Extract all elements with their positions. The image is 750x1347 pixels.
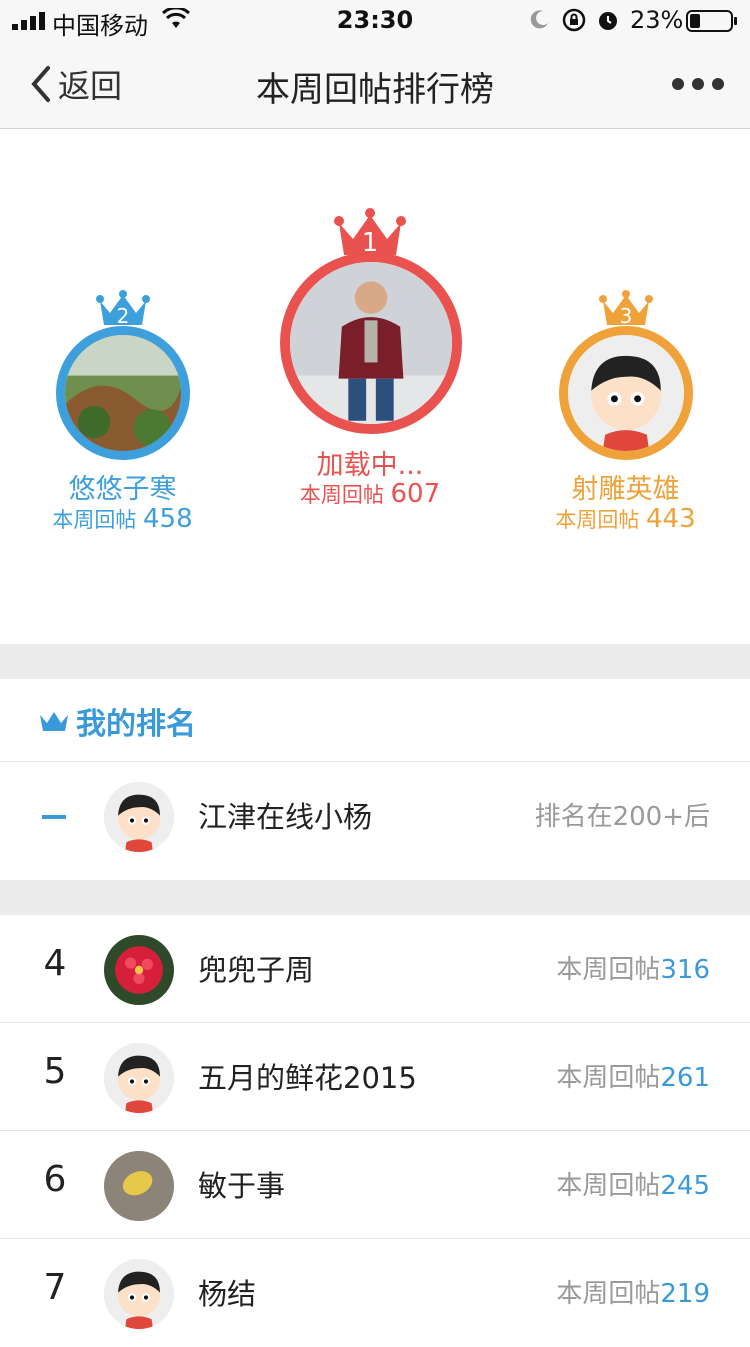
status-bar: 中国移动 23:30 23% xyxy=(0,0,750,40)
crown-icon: 3 xyxy=(599,290,653,328)
avatar xyxy=(104,1259,174,1329)
svg-text:3: 3 xyxy=(620,304,633,328)
reply-count: 本周回帖219 xyxy=(556,1279,710,1309)
crown-icon xyxy=(40,712,68,731)
reply-count: 本周回帖316 xyxy=(556,955,710,985)
podium-name: 加载中... xyxy=(316,450,424,481)
user-name: 敏于事 xyxy=(198,1169,286,1203)
avatar xyxy=(559,326,693,460)
user-name: 江津在线小杨 xyxy=(198,800,373,834)
avatar xyxy=(104,935,174,1005)
svg-text:2: 2 xyxy=(117,304,130,328)
no-rank-dash xyxy=(42,815,66,819)
list-item[interactable]: 5 五月的鲜花2015 本周回帖261 xyxy=(0,1023,750,1131)
my-rank-header: 我的排名 xyxy=(0,679,750,762)
top-three-podium: 2 悠悠子寒 本周回帖 458 1 加载中... 本周回帖 607 3 射雕英雄… xyxy=(0,129,750,644)
reply-count: 本周回帖245 xyxy=(556,1171,710,1201)
battery-icon xyxy=(686,10,737,32)
page-title: 本周回帖排行榜 xyxy=(256,70,494,110)
avatar xyxy=(56,326,190,460)
podium-count: 本周回帖 458 xyxy=(52,504,193,534)
list-item[interactable]: 6 敏于事 本周回帖245 xyxy=(0,1131,750,1239)
rank-number: 4 xyxy=(43,943,67,984)
section-divider xyxy=(0,880,750,915)
avatar xyxy=(104,782,174,852)
podium-count: 本周回帖 443 xyxy=(555,504,696,534)
user-name: 五月的鲜花2015 xyxy=(198,1061,417,1095)
avatar xyxy=(280,252,462,434)
podium-first-place[interactable]: 1 加载中... 本周回帖 607 xyxy=(270,207,470,517)
avatar xyxy=(104,1043,174,1113)
section-divider xyxy=(0,644,750,679)
rank-number: 7 xyxy=(43,1267,67,1308)
user-name: 杨结 xyxy=(198,1277,257,1311)
navigation-bar: 返回 本周回帖排行榜 xyxy=(0,40,750,129)
list-item[interactable]: 7 杨结 本周回帖219 xyxy=(0,1239,750,1347)
user-name: 兜兜子周 xyxy=(198,953,315,987)
my-rank-row[interactable]: 江津在线小杨 排名在200+后 xyxy=(0,762,750,870)
rotation-lock-icon xyxy=(562,8,586,32)
podium-count: 本周回帖 607 xyxy=(299,479,441,509)
podium-second-place[interactable]: 2 悠悠子寒 本周回帖 458 xyxy=(30,289,215,539)
crown-icon: 2 xyxy=(96,290,150,328)
podium-name: 射雕英雄 xyxy=(571,474,680,505)
rank-number: 5 xyxy=(43,1051,67,1092)
avatar xyxy=(104,1151,174,1221)
reply-count: 本周回帖261 xyxy=(556,1063,710,1093)
battery-percentage: 23% xyxy=(630,6,684,34)
do-not-disturb-icon xyxy=(530,10,548,29)
alarm-icon xyxy=(599,12,617,30)
rank-status: 排名在200+后 xyxy=(534,802,710,832)
list-item[interactable]: 4 兜兜子周 本周回帖316 xyxy=(0,915,750,1023)
podium-third-place[interactable]: 3 射雕英雄 本周回帖 443 xyxy=(533,289,718,539)
my-rank-title: 我的排名 xyxy=(76,707,196,742)
podium-name: 悠悠子寒 xyxy=(68,474,177,505)
more-icon[interactable] xyxy=(668,74,728,94)
rank-number: 6 xyxy=(43,1159,67,1200)
